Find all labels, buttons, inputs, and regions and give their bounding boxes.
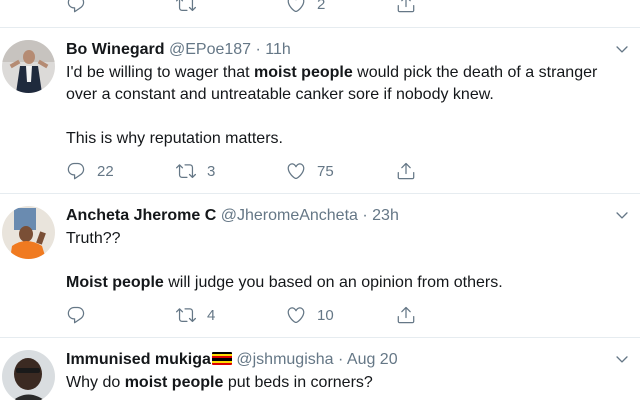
retweet-count: 4 [207,306,216,324]
tweet-text: Truth?? Moist people will judge you base… [66,228,622,294]
separator-dot: · [255,41,261,58]
like-icon [286,0,306,14]
share-icon [396,0,416,14]
text-segment: I'd be willing to wager that [66,64,255,81]
reply-button[interactable]: 22 [66,161,114,181]
display-name[interactable]: Immunised mukiga [66,351,211,368]
like-count: 10 [317,306,334,324]
timestamp[interactable]: 23h [372,207,399,224]
retweet-button[interactable] [176,0,207,14]
reply-icon [66,0,86,14]
share-button[interactable] [396,0,427,14]
tweet-text: Why do moist people put beds in corners? [66,372,622,394]
text-line: over a constant and untreatable canker s… [66,86,494,103]
tweet-header: Bo Winegard @EPoe187 · 11h [66,40,622,60]
text-segment: would pick the death of a stranger [352,64,598,81]
chevron-down-icon[interactable] [614,207,630,223]
like-icon [286,305,306,325]
timestamp[interactable]: Aug 20 [347,351,398,368]
reply-button[interactable] [66,305,97,325]
user-handle[interactable]: @JheromeAncheta [221,207,358,224]
display-name[interactable]: Bo Winegard [66,41,165,58]
chevron-down-icon[interactable] [614,41,630,57]
like-button[interactable]: 10 [286,305,334,325]
tweet[interactable]: Bo Winegard @EPoe187 · 11h I'd be willin… [0,29,640,194]
tweet-actions: 22 3 75 [66,161,426,181]
reply-button[interactable] [66,0,97,14]
like-button[interactable]: 75 [286,161,334,181]
avatar[interactable] [2,40,55,93]
highlighted-term: Moist people [66,274,164,291]
reply-count: 22 [97,162,114,180]
reply-icon [66,305,86,325]
user-handle[interactable]: @jshmugisha [236,351,333,368]
share-icon [396,305,416,325]
user-handle[interactable]: @EPoe187 [169,41,251,58]
like-button[interactable]: 2 [286,0,325,14]
text-line: This is why reputation matters. [66,130,283,147]
separator-dot: · [362,207,368,224]
tweet-header: Ancheta Jherome C @JheromeAncheta · 23h [66,206,622,226]
share-icon [396,161,416,181]
retweet-icon [176,305,196,325]
retweet-icon [176,0,196,14]
tweet[interactable]: Ancheta Jherome C @JheromeAncheta · 23h … [0,195,640,338]
timestamp[interactable]: 11h [265,41,291,58]
avatar[interactable] [2,206,55,259]
reply-icon [66,161,86,181]
tweet-actions: 4 10 [66,305,426,325]
highlighted-term: moist people [124,374,224,391]
tweet-header: Immunised mukiga @jshmugisha · Aug 20 [66,350,622,370]
like-count: 75 [317,162,334,180]
text-segment: put beds in corners? [223,374,373,391]
chevron-down-icon[interactable] [614,351,630,367]
avatar[interactable] [2,350,55,400]
share-button[interactable] [396,161,427,181]
display-name[interactable]: Ancheta Jherome C [66,207,216,224]
share-button[interactable] [396,305,427,325]
retweet-button[interactable]: 4 [176,305,215,325]
tweet[interactable]: Immunised mukiga @jshmugisha · Aug 20 Wh… [0,339,640,400]
retweet-button[interactable]: 3 [176,161,215,181]
separator-dot: · [338,351,344,368]
tweet-text: I'd be willing to wager that moist peopl… [66,62,622,150]
retweet-count: 3 [207,162,216,180]
like-icon [286,161,306,181]
like-count: 2 [317,0,326,13]
uganda-flag-emoji [211,352,232,365]
text-segment: Why do [66,374,125,391]
text-line: Truth?? [66,230,121,247]
highlighted-term: moist people [254,64,353,81]
text-segment: will judge you based on an opinion from … [163,274,503,291]
retweet-icon [176,161,196,181]
previous-tweet-actions: 2 [0,0,640,28]
